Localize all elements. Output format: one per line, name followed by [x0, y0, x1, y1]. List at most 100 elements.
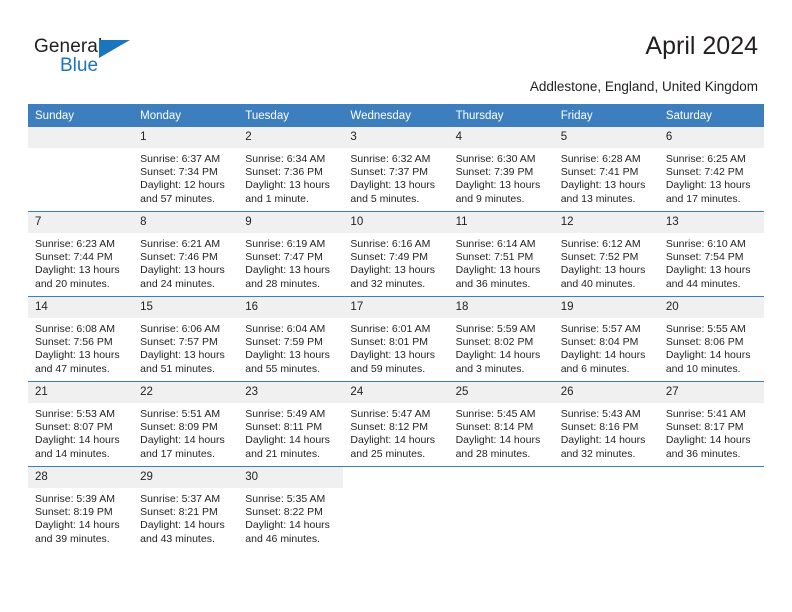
calendar-day-cell[interactable]: 17 Sunrise: 6:01 AM Sunset: 8:01 PM Dayligh…: [343, 296, 449, 382]
calendar-day-cell[interactable]: 5 Sunrise: 6:28 AM Sunset: 7:41 PM Daylight…: [553, 127, 659, 212]
daylight-text-line2: and 39 minutes.: [35, 532, 110, 545]
calendar-day-cell[interactable]: 25 Sunrise: 5:45 AM Sunset: 8:14 PM Dayligh…: [448, 381, 554, 467]
daylight-text-line2: and 32 minutes.: [350, 277, 426, 290]
day-cell-inner: 16 Sunrise: 6:04 AM Sunset: 7:59 PM Dayligh…: [238, 297, 344, 381]
sunrise-text: Sunrise: 5:39 AM: [35, 493, 115, 505]
calendar-day-cell[interactable]: [28, 127, 134, 212]
calendar-day-cell[interactable]: 19 Sunrise: 5:57 AM Sunset: 8:04 PM Dayligh…: [553, 296, 659, 382]
daylight-text-line1: Daylight: 13 hours: [560, 264, 646, 277]
day-cell-inner: 30 Sunrise: 5:35 AM Sunset: 8:22 PM Dayligh…: [238, 467, 344, 551]
day-sun-info: Sunrise: 6:30 AM Sunset: 7:39 PM Daylight:…: [449, 148, 554, 206]
calendar-week-row: 21 Sunrise: 5:53 AM Sunset: 8:07 PM Dayligh…: [28, 381, 764, 467]
day-cell-inner: 8 Sunrise: 6:21 AM Sunset: 7:46 PM Daylight…: [133, 212, 239, 296]
day-sun-info: Sunrise: 6:34 AM Sunset: 7:36 PM Daylight:…: [238, 148, 343, 206]
daylight-text-line2: and 28 minutes.: [455, 447, 531, 460]
daylight-text-line2: and 24 minutes.: [140, 277, 215, 290]
calendar-day-cell[interactable]: [658, 466, 764, 551]
calendar-day-cell[interactable]: 21 Sunrise: 5:53 AM Sunset: 8:07 PM Dayligh…: [28, 381, 134, 467]
daylight-text-line1: Daylight: 12 hours: [140, 179, 225, 192]
calendar-day-cell[interactable]: 26 Sunrise: 5:43 AM Sunset: 8:16 PM Dayligh…: [553, 381, 659, 467]
day-number: 19: [553, 297, 659, 318]
calendar-day-cell[interactable]: 16 Sunrise: 6:04 AM Sunset: 7:59 PM Dayligh…: [238, 296, 344, 382]
daylight-text-line2: and 28 minutes.: [245, 277, 320, 290]
calendar-day-cell[interactable]: 13 Sunrise: 6:10 AM Sunset: 7:54 PM Dayligh…: [658, 211, 764, 297]
calendar-day-cell[interactable]: 11 Sunrise: 6:14 AM Sunset: 7:51 PM Dayligh…: [448, 211, 554, 297]
daylight-text-line2: and 1 minute.: [245, 192, 309, 205]
calendar-day-cell[interactable]: 23 Sunrise: 5:49 AM Sunset: 8:11 PM Dayligh…: [238, 381, 344, 467]
weekday-header-tuesday: Tuesday: [238, 104, 344, 127]
sunset-text: Sunset: 7:49 PM: [350, 251, 429, 264]
calendar-day-cell[interactable]: 2 Sunrise: 6:34 AM Sunset: 7:36 PM Daylight…: [238, 127, 344, 212]
calendar-day-cell[interactable]: 12 Sunrise: 6:12 AM Sunset: 7:52 PM Dayligh…: [553, 211, 659, 297]
calendar-day-cell[interactable]: 3 Sunrise: 6:32 AM Sunset: 7:37 PM Daylight…: [343, 127, 449, 212]
calendar-day-cell[interactable]: 8 Sunrise: 6:21 AM Sunset: 7:46 PM Daylight…: [133, 211, 239, 297]
calendar-day-cell[interactable]: 22 Sunrise: 5:51 AM Sunset: 8:09 PM Dayligh…: [133, 381, 239, 467]
daylight-text-line1: Daylight: 13 hours: [665, 179, 751, 192]
sunrise-text: Sunrise: 6:30 AM: [455, 153, 536, 165]
calendar-day-cell[interactable]: 29 Sunrise: 5:37 AM Sunset: 8:21 PM Dayligh…: [133, 466, 239, 551]
daylight-text-line2: and 47 minutes.: [35, 362, 110, 375]
calendar-day-cell[interactable]: 27 Sunrise: 5:41 AM Sunset: 8:17 PM Dayligh…: [658, 381, 764, 467]
daylight-text-line1: Daylight: 13 hours: [350, 179, 436, 192]
day-number: 3: [343, 127, 449, 148]
sunrise-text: Sunrise: 6:10 AM: [665, 238, 746, 250]
day-sun-info: Sunrise: 6:28 AM Sunset: 7:41 PM Daylight:…: [554, 148, 659, 206]
day-number: [553, 467, 659, 488]
calendar-day-cell[interactable]: 30 Sunrise: 5:35 AM Sunset: 8:22 PM Dayligh…: [238, 466, 344, 551]
sunrise-text: Sunrise: 6:06 AM: [140, 323, 221, 335]
daylight-text-line1: Daylight: 14 hours: [665, 349, 751, 362]
day-number: 22: [133, 382, 239, 403]
calendar-week-row: 14 Sunrise: 6:08 AM Sunset: 7:56 PM Dayligh…: [28, 296, 764, 382]
calendar-day-cell[interactable]: [448, 466, 554, 551]
calendar-day-cell[interactable]: 15 Sunrise: 6:06 AM Sunset: 7:57 PM Dayligh…: [133, 296, 239, 382]
sunrise-text: Sunrise: 5:57 AM: [560, 323, 641, 335]
calendar-day-cell[interactable]: 24 Sunrise: 5:47 AM Sunset: 8:12 PM Dayligh…: [343, 381, 449, 467]
daylight-text-line2: and 9 minutes.: [455, 192, 525, 205]
sunrise-text: Sunrise: 6:16 AM: [350, 238, 431, 250]
sunrise-text: Sunrise: 5:53 AM: [35, 408, 115, 420]
logo-triangle-icon: [99, 40, 130, 58]
sunset-text: Sunset: 7:59 PM: [245, 336, 323, 349]
calendar-day-cell[interactable]: 28 Sunrise: 5:39 AM Sunset: 8:19 PM Dayligh…: [28, 466, 134, 551]
daylight-text-line1: Daylight: 14 hours: [245, 434, 330, 447]
calendar-day-cell[interactable]: 1 Sunrise: 6:37 AM Sunset: 7:34 PM Daylight…: [133, 127, 239, 212]
sunset-text: Sunset: 8:09 PM: [140, 421, 218, 434]
day-sun-info: Sunrise: 5:57 AM Sunset: 8:04 PM Daylight:…: [554, 318, 659, 376]
calendar-day-cell[interactable]: [553, 466, 659, 551]
day-sun-info: Sunrise: 5:37 AM Sunset: 8:21 PM Daylight:…: [133, 488, 238, 546]
calendar-day-cell[interactable]: 20 Sunrise: 5:55 AM Sunset: 8:06 PM Dayligh…: [658, 296, 764, 382]
day-cell-inner: [658, 467, 764, 551]
sunset-text: Sunset: 7:39 PM: [455, 166, 534, 179]
weekday-header-friday: Friday: [553, 104, 659, 127]
daylight-text-line2: and 3 minutes.: [455, 362, 525, 375]
daylight-text-line2: and 55 minutes.: [245, 362, 320, 375]
calendar-day-cell[interactable]: 4 Sunrise: 6:30 AM Sunset: 7:39 PM Daylight…: [448, 127, 554, 212]
sunset-text: Sunset: 8:22 PM: [245, 506, 323, 519]
sunrise-text: Sunrise: 6:28 AM: [560, 153, 641, 165]
calendar-day-cell[interactable]: [343, 466, 449, 551]
calendar-day-cell[interactable]: 6 Sunrise: 6:25 AM Sunset: 7:42 PM Daylight…: [658, 127, 764, 212]
daylight-text-line2: and 59 minutes.: [350, 362, 426, 375]
weekday-header-sunday: Sunday: [28, 104, 134, 127]
sunrise-text: Sunrise: 5:49 AM: [245, 408, 326, 420]
day-sun-info: Sunrise: 5:49 AM Sunset: 8:11 PM Daylight:…: [238, 403, 343, 461]
calendar-day-cell[interactable]: 9 Sunrise: 6:19 AM Sunset: 7:47 PM Daylight…: [238, 211, 344, 297]
day-cell-inner: [448, 467, 554, 551]
day-sun-info: Sunrise: 6:14 AM Sunset: 7:51 PM Daylight:…: [449, 233, 554, 291]
day-cell-inner: 6 Sunrise: 6:25 AM Sunset: 7:42 PM Daylight…: [658, 127, 764, 211]
page-subtitle-location: Addlestone, England, United Kingdom: [529, 79, 758, 94]
daylight-text-line2: and 6 minutes.: [560, 362, 630, 375]
calendar-day-cell[interactable]: 14 Sunrise: 6:08 AM Sunset: 7:56 PM Dayligh…: [28, 296, 134, 382]
sunrise-text: Sunrise: 6:04 AM: [245, 323, 326, 335]
day-cell-inner: 23 Sunrise: 5:49 AM Sunset: 8:11 PM Dayligh…: [238, 382, 344, 466]
day-number: 8: [133, 212, 239, 233]
day-cell-inner: 17 Sunrise: 6:01 AM Sunset: 8:01 PM Dayligh…: [343, 297, 449, 381]
day-sun-info: Sunrise: 5:47 AM Sunset: 8:12 PM Daylight:…: [343, 403, 448, 461]
calendar-day-cell[interactable]: 18 Sunrise: 5:59 AM Sunset: 8:02 PM Dayligh…: [448, 296, 554, 382]
day-number: 6: [658, 127, 764, 148]
day-number: 12: [553, 212, 659, 233]
day-sun-info: Sunrise: 6:08 AM Sunset: 7:56 PM Daylight:…: [28, 318, 133, 376]
sunset-text: Sunset: 7:34 PM: [140, 166, 218, 179]
calendar-day-cell[interactable]: 7 Sunrise: 6:23 AM Sunset: 7:44 PM Daylight…: [28, 211, 134, 297]
calendar-day-cell[interactable]: 10 Sunrise: 6:16 AM Sunset: 7:49 PM Dayligh…: [343, 211, 449, 297]
